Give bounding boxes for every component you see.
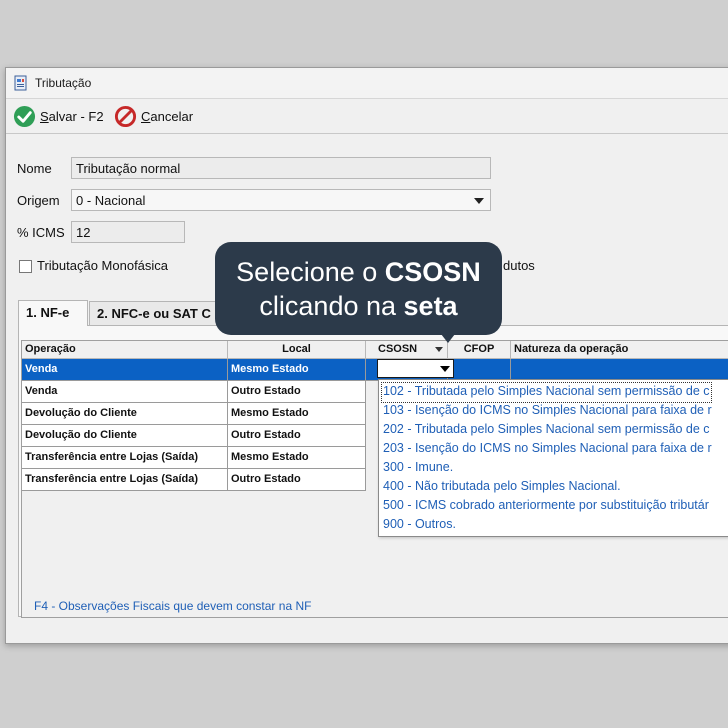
nome-label: Nome xyxy=(17,161,52,176)
callout-text-2: clicando na xyxy=(259,291,404,321)
callout-text-1: Selecione o xyxy=(236,257,385,287)
icms-field[interactable]: 12 xyxy=(71,221,185,243)
cell-operacao: Venda xyxy=(22,359,228,381)
csosn-option[interactable]: 300 - Imune. xyxy=(382,459,454,478)
other-checkbox-label: dutos xyxy=(503,258,535,273)
tab-nfce-sat[interactable]: 2. NFC-e ou SAT C xyxy=(89,301,229,325)
monofasica-label: Tributação Monofásica xyxy=(37,258,169,273)
csosn-dropdown-list: 102 - Tributada pelo Simples Nacional se… xyxy=(378,379,728,537)
tab-nfe[interactable]: 1. NF-e xyxy=(18,300,88,326)
icms-label: % ICMS xyxy=(17,225,65,240)
csosn-combobox[interactable] xyxy=(377,359,454,378)
callout-line-1: Selecione o CSOSN xyxy=(215,256,502,288)
cancel-icon xyxy=(114,105,137,127)
cell-operacao: Devolução do Cliente xyxy=(22,403,228,425)
col-header-csosn[interactable]: CSOSN xyxy=(366,341,448,359)
monofasica-checkbox[interactable] xyxy=(19,260,32,273)
sort-arrow-icon xyxy=(435,347,443,352)
tributacao-window: Tributação Salvar - F2 Cancelar Nome Tri… xyxy=(5,67,728,644)
nome-field[interactable]: Tributação normal xyxy=(71,157,491,179)
origem-value: 0 - Nacional xyxy=(76,193,146,208)
toolbar: Salvar - F2 Cancelar xyxy=(6,99,728,134)
origem-label: Origem xyxy=(17,193,60,208)
cancel-accel: C xyxy=(141,108,151,124)
observacoes-fiscais-hint: F4 - Observações Fiscais que devem const… xyxy=(34,599,312,613)
title-bar: Tributação xyxy=(6,68,728,99)
cell-local: Outro Estado xyxy=(228,469,366,491)
cell-operacao: Devolução do Cliente xyxy=(22,425,228,447)
cancel-button[interactable]: Cancelar xyxy=(114,104,193,128)
origem-select[interactable]: 0 - Nacional xyxy=(71,189,491,211)
cell-cfop[interactable] xyxy=(448,359,511,381)
cancel-label: ancelar xyxy=(150,108,194,124)
csosn-option[interactable]: 400 - Não tributada pelo Simples Naciona… xyxy=(382,478,622,497)
cell-local: Mesmo Estado xyxy=(228,359,366,381)
cell-local: Mesmo Estado xyxy=(228,403,366,425)
csosn-header-label: CSOSN xyxy=(378,343,418,355)
csosn-option[interactable]: 500 - ICMS cobrado anteriormente por sub… xyxy=(382,497,710,516)
checkmark-icon xyxy=(13,105,36,127)
callout-bold-1: CSOSN xyxy=(384,257,481,287)
save-button[interactable]: Salvar - F2 xyxy=(13,104,104,128)
cell-local: Outro Estado xyxy=(228,425,366,447)
chevron-down-icon[interactable] xyxy=(474,198,484,204)
cell-operacao: Transferência entre Lojas (Saída) xyxy=(22,469,228,491)
callout-line-2: clicando na seta xyxy=(215,290,502,322)
window-title: Tributação xyxy=(35,76,92,90)
instruction-callout: Selecione o CSOSN clicando na seta xyxy=(215,242,502,335)
csosn-option[interactable]: 203 - Isenção do ICMS no Simples Naciona… xyxy=(382,440,713,459)
col-header-natureza[interactable]: Natureza da operação xyxy=(511,341,728,359)
col-header-operacao[interactable]: Operação xyxy=(22,341,228,359)
save-label: alvar - F2 xyxy=(48,108,104,124)
dropdown-arrow-icon[interactable] xyxy=(437,361,452,376)
cell-operacao: Transferência entre Lojas (Saída) xyxy=(22,447,228,469)
table-row[interactable]: Venda Mesmo Estado xyxy=(22,359,728,381)
cell-natureza[interactable] xyxy=(511,359,728,381)
csosn-option[interactable]: 900 - Outros. xyxy=(382,516,457,535)
callout-bold-2: seta xyxy=(403,291,458,321)
tax-document-icon xyxy=(14,75,27,91)
csosn-option[interactable]: 102 - Tributada pelo Simples Nacional se… xyxy=(381,382,712,403)
cell-local: Mesmo Estado xyxy=(228,447,366,469)
csosn-option[interactable]: 103 - Isenção do ICMS no Simples Naciona… xyxy=(382,402,713,421)
cell-operacao: Venda xyxy=(22,381,228,403)
csosn-option[interactable]: 202 - Tributada pelo Simples Nacional se… xyxy=(382,421,711,440)
callout-pointer xyxy=(441,334,455,343)
save-accel: S xyxy=(40,108,49,124)
cell-local: Outro Estado xyxy=(228,381,366,403)
col-header-cfop[interactable]: CFOP xyxy=(448,341,511,359)
col-header-local[interactable]: Local xyxy=(228,341,366,359)
